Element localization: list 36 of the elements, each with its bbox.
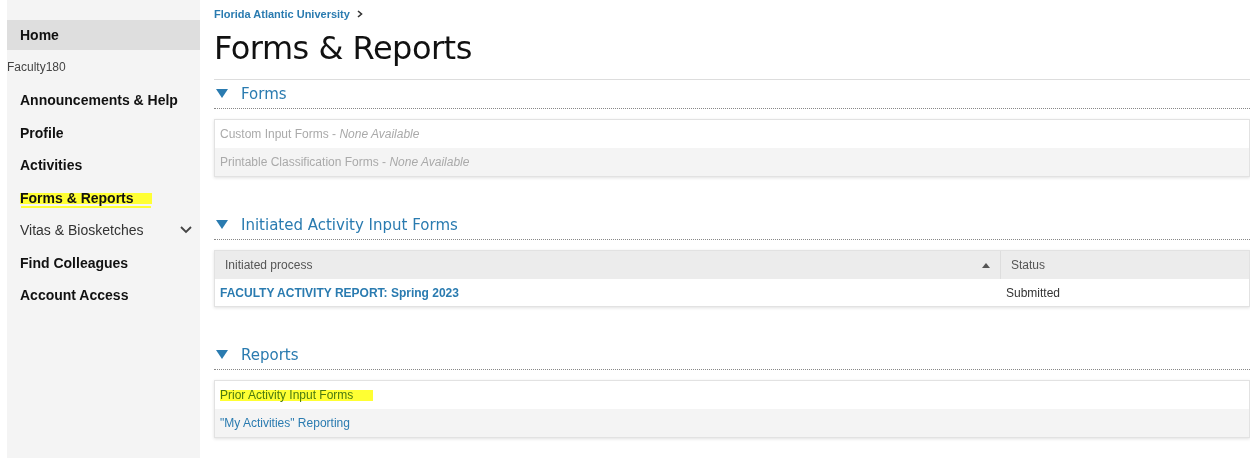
column-header-label: Initiated process (225, 258, 313, 272)
chevron-down-icon[interactable] (180, 226, 192, 235)
column-header[interactable]: Initiated process (215, 251, 1000, 279)
expand-triangle-icon[interactable] (216, 220, 228, 230)
sidebar-item-label: Profile (20, 124, 64, 141)
sidebar-item-label: Vitas & Biosketches (20, 222, 144, 239)
sidebar-item-label: Account Access (20, 287, 129, 304)
sidebar-item[interactable]: Account Access (7, 279, 200, 312)
sidebar-item-label: Find Colleagues (20, 254, 129, 271)
report-link[interactable]: Prior Activity Input Forms (220, 388, 374, 402)
breadcrumb-link[interactable]: Florida Atlantic University (214, 8, 350, 20)
section-title[interactable]: Reports (241, 346, 299, 364)
sidebar-heading: Faculty180 (7, 59, 67, 76)
sidebar-item[interactable]: Profile (7, 116, 200, 149)
list-item-text: Custom Input Forms - None Available (220, 127, 420, 141)
expand-triangle-icon[interactable] (216, 350, 228, 360)
sidebar-item[interactable]: Home (7, 20, 200, 50)
status-cell: Submitted (1006, 285, 1061, 300)
chevron-right-icon (356, 10, 363, 18)
expand-triangle-icon[interactable] (216, 89, 228, 99)
sidebar-item-label: Activities (20, 157, 83, 174)
process-link[interactable]: FACULTY ACTIVITY REPORT: Spring 2023 (220, 285, 459, 300)
sidebar-item[interactable]: Find Colleagues (7, 246, 200, 279)
sidebar-item[interactable]: Forms & Reports (7, 181, 200, 214)
list-item-text: Printable Classification Forms - None Available (220, 155, 470, 169)
sidebar-item[interactable]: Vitas & Biosketches (7, 214, 200, 247)
section-title[interactable]: Forms (241, 85, 287, 103)
sort-ascending-icon (982, 262, 990, 268)
column-header-label: Status (1011, 258, 1046, 272)
section-title[interactable]: Initiated Activity Input Forms (241, 216, 458, 234)
sidebar-item-label: Announcements & Help (20, 92, 178, 109)
sidebar-item-label: Home (20, 27, 59, 43)
sidebar-item[interactable]: Announcements & Help (7, 84, 200, 117)
report-link[interactable]: "My Activities" Reporting (220, 416, 350, 430)
page-title: Forms & Reports (214, 29, 473, 67)
sidebar-item[interactable]: Activities (7, 149, 200, 182)
